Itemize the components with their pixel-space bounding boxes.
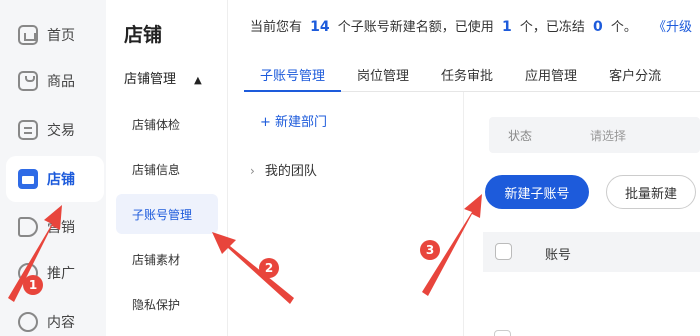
rail-item-home[interactable]: 首页 [0,12,106,58]
tab-customer-routing[interactable]: 客户分流 [593,56,677,92]
submenu-item-store-assets[interactable]: 店铺素材 [116,239,218,279]
primary-sidebar: 首页 商品 交易 店铺 营销 推广 内容 [0,0,106,336]
tree-node-label: 我的团队 [264,164,317,179]
rail-item-label: 内容 [47,315,75,331]
annotation-badge-1: 1 [23,275,43,295]
content-icon [18,312,38,332]
tab-positions[interactable]: 岗位管理 [341,56,425,92]
chevron-right-icon[interactable]: › [250,164,255,178]
submenu-item-subaccount[interactable]: 子账号管理 [116,194,218,234]
rail-item-label: 商品 [47,74,75,90]
rail-item-label: 首页 [47,28,75,44]
quota-notice: 当前您有 14 个子账号新建名额，已使用 1 个，已冻结 0 个。 《升级 [250,16,692,35]
quota-frozen: 0 [592,19,603,35]
submenu-title: 店铺 [124,24,163,46]
rail-item-content[interactable]: 内容 [0,299,106,336]
status-filter: 状态 请选择 [489,117,700,153]
upgrade-link[interactable]: 《升级 [653,20,692,35]
tab-subaccount[interactable]: 子账号管理 [244,56,342,92]
annotation-badge-3: 3 [420,240,440,260]
quota-text: 个，已冻结 [519,20,585,35]
rail-item-marketing[interactable]: 营销 [0,204,106,250]
main-content: 当前您有 14 个子账号新建名额，已使用 1 个，已冻结 0 个。 《升级 子账… [228,0,700,336]
submenu-group-label: 店铺管理 [124,72,177,87]
submenu-item-store-checkup[interactable]: 店铺体检 [116,104,218,144]
select-all-checkbox[interactable] [495,243,512,260]
annotation-badge-2: 2 [259,258,279,278]
filter-label: 状态 [508,129,533,143]
quota-text: 当前您有 [250,20,303,35]
department-tree: + 新建部门 › 我的团队 [244,92,464,336]
quota-text: 个子账号新建名额，已使用 [337,20,494,35]
rail-item-label: 营销 [47,220,75,236]
rail-item-trade[interactable]: 交易 [0,107,106,153]
quota-total: 14 [310,19,330,35]
rail-item-label: 交易 [47,123,75,139]
table-header: 账号 [483,232,700,272]
store-icon [18,169,38,189]
trade-icon [18,120,38,140]
bag-icon [18,71,38,91]
submenu-item-store-info[interactable]: 店铺信息 [116,149,218,189]
status-select[interactable]: 请选择 [590,127,626,144]
tab-task-approval[interactable]: 任务审批 [425,56,509,92]
secondary-sidebar: 店铺 店铺管理 ▼ 店铺体检 店铺信息 子账号管理 店铺素材 隐私保护 [106,0,228,336]
tab-bar: 子账号管理 岗位管理 任务审批 应用管理 客户分流 [244,56,700,92]
column-header-account: 账号 [545,248,572,263]
new-department-link[interactable]: + 新建部门 [260,111,327,130]
home-icon [18,25,38,45]
rail-item-goods[interactable]: 商品 [0,58,106,104]
chevron-up-icon: ▼ [194,75,202,86]
quota-text: 个。 [610,20,637,35]
tab-app-management[interactable]: 应用管理 [509,56,593,92]
tree-node-my-team[interactable]: › 我的团队 [250,160,317,179]
rail-item-label: 推广 [47,266,75,282]
rail-item-label: 店铺 [47,172,75,188]
rail-item-promotion[interactable]: 推广 [0,250,106,296]
megaphone-icon [18,217,38,237]
submenu-group-header[interactable]: 店铺管理 ▼ [124,68,202,87]
submenu-item-privacy[interactable]: 隐私保护 [116,284,218,324]
create-subaccount-button[interactable]: 新建子账号 [485,175,589,209]
quota-used: 1 [501,19,512,35]
row-checkbox[interactable] [494,330,511,336]
batch-create-button[interactable]: 批量新建 [606,175,696,209]
rail-item-store[interactable]: 店铺 [6,156,104,202]
